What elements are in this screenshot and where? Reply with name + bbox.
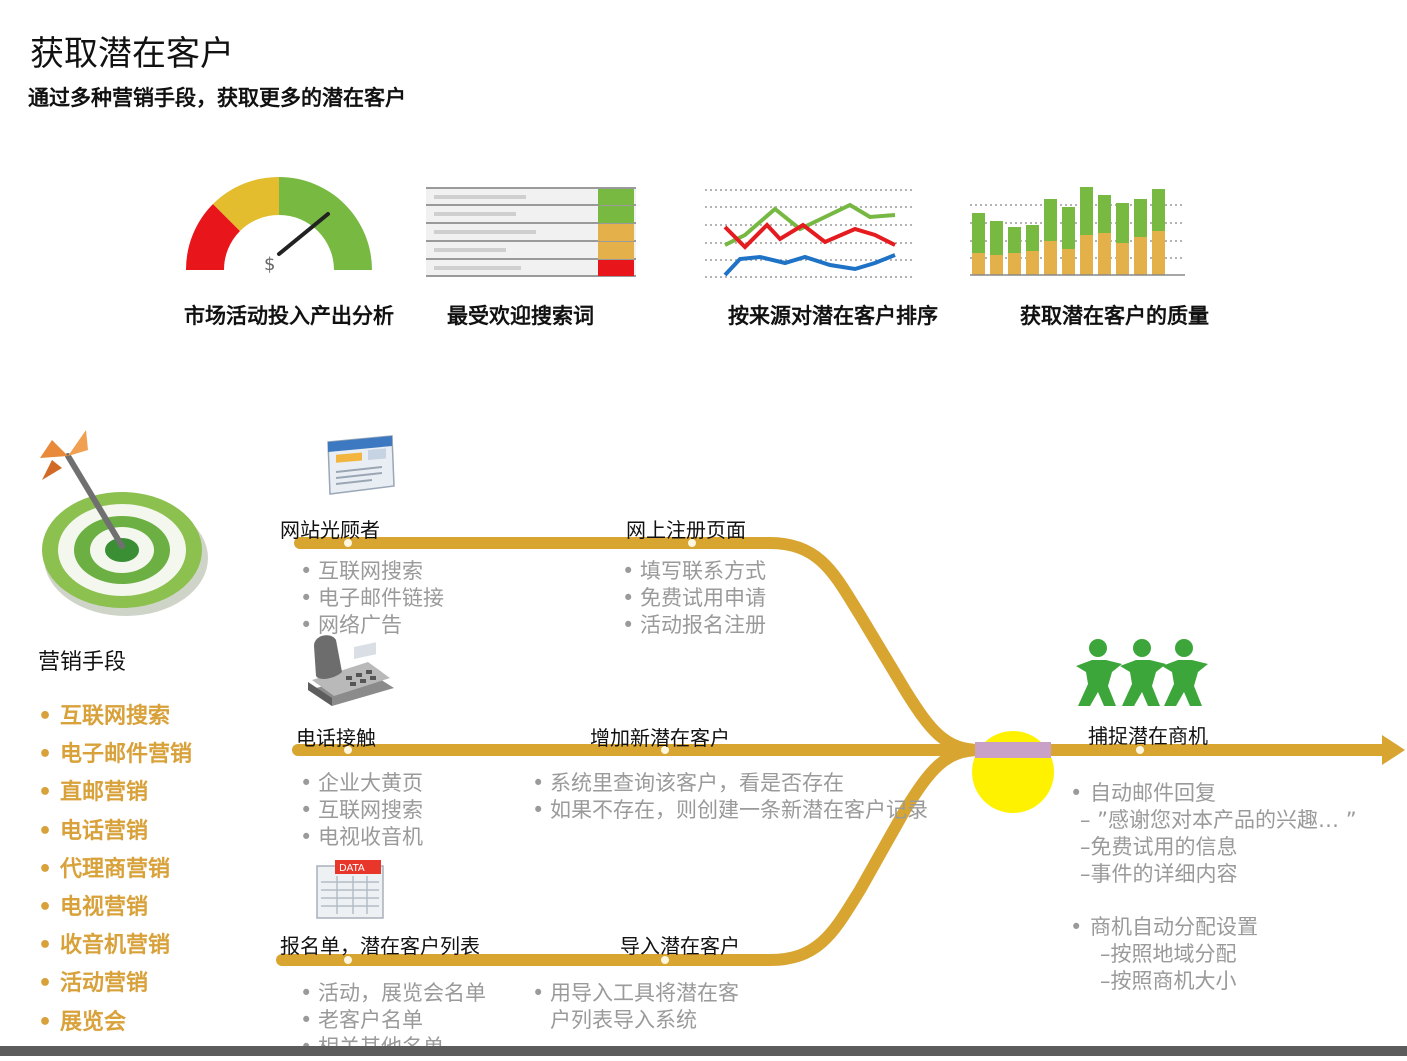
- list-item: • 互联网搜索: [300, 559, 423, 583]
- list-item: • 用导入工具将潜在客: [532, 981, 739, 1005]
- list-item: • 电子邮件链接: [300, 586, 444, 610]
- list-item: • 老客户名单: [300, 1008, 423, 1032]
- list-item: • 活动，展览会名单: [300, 981, 486, 1005]
- capture-sub-item: – ”感谢您对本产品的兴趣… ”: [1080, 808, 1357, 832]
- web-register-bullets: • 填写联系方式 • 免费试用申请 • 活动报名注册: [622, 558, 766, 639]
- stage-label-phone: 电话接触: [296, 726, 376, 750]
- merge-band: [975, 742, 1051, 758]
- stage-label-signup-list: 报名单，潜在客户列表: [280, 934, 480, 958]
- capture-sub-item: –事件的详细内容: [1080, 862, 1238, 886]
- list-item: 户列表导入系统: [550, 1008, 697, 1032]
- list-item: • 企业大黄页: [300, 771, 423, 795]
- list-item: • 电视收音机: [300, 825, 423, 849]
- stage-label-capture: 捕捉潜在商机: [1088, 724, 1208, 748]
- data-sheet-icon: DATA: [316, 860, 384, 919]
- stage-label-web-register: 网上注册页面: [626, 518, 746, 542]
- capture-bullet-1: • 自动邮件回复: [1070, 781, 1216, 805]
- list-item: • 免费试用申请: [622, 586, 766, 610]
- list-item: • 系统里查询该客户，看是否存在: [532, 771, 844, 795]
- capture-details: • 自动邮件回复 – ”感谢您对本产品的兴趣… ” –免费试用的信息 –事件的详细…: [1070, 780, 1357, 995]
- window-bottom-edge: [0, 1046, 1407, 1056]
- capture-sub-item: –按照地域分配: [1100, 942, 1237, 966]
- people-icon: [1076, 639, 1208, 706]
- import-lead-bullets: • 用导入工具将潜在客 户列表导入系统: [532, 980, 739, 1034]
- list-item: • 如果不存在，则创建一条新潜在客户记录: [532, 798, 928, 822]
- capture-sub-item: –按照商机大小: [1100, 969, 1237, 993]
- capture-bullet-2: • 商机自动分配设置: [1070, 915, 1258, 939]
- flow-arrow-head: [1382, 735, 1405, 765]
- data-label: DATA: [339, 863, 365, 874]
- web-page-icon: [327, 435, 395, 495]
- list-item: • 网络广告: [300, 613, 402, 637]
- add-lead-bullets: • 系统里查询该客户，看是否存在 • 如果不存在，则创建一条新潜在客户记录: [532, 770, 928, 824]
- stage-label-web-visitor: 网站光顾者: [280, 518, 380, 542]
- phone-icon: [308, 635, 394, 706]
- list-item: • 活动报名注册: [622, 613, 766, 637]
- stage-label-add-lead: 增加新潜在客户: [590, 726, 730, 750]
- list-item: • 互联网搜索: [300, 798, 423, 822]
- phone-bullets: • 企业大黄页 • 互联网搜索 • 电视收音机: [300, 770, 423, 851]
- list-item: • 填写联系方式: [622, 559, 766, 583]
- stage-label-import-lead: 导入潜在客户: [620, 934, 740, 958]
- web-visitor-bullets: • 互联网搜索 • 电子邮件链接 • 网络广告: [300, 558, 444, 639]
- capture-sub-item: –免费试用的信息: [1080, 835, 1238, 859]
